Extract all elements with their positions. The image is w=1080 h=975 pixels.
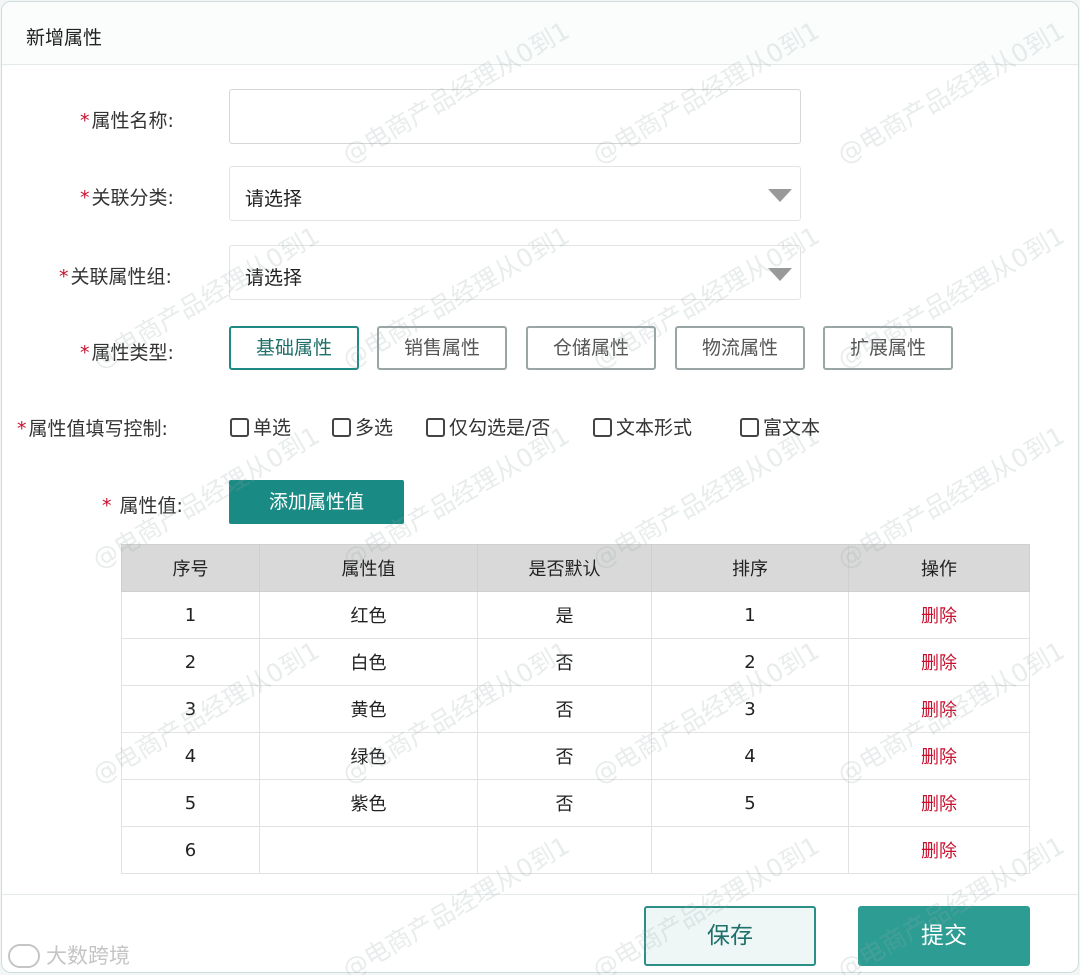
checkbox-icon[interactable] xyxy=(230,418,249,437)
row-value: 红色 xyxy=(259,591,478,639)
col-default-header: 是否默认 xyxy=(477,544,652,592)
table-row: 2 白色 否 2 删除 xyxy=(121,638,1030,686)
add-value-button[interactable]: 添加属性值 xyxy=(229,480,404,524)
row-sort xyxy=(651,826,849,874)
required-mark: * xyxy=(17,418,27,440)
row-default: 否 xyxy=(477,732,652,780)
row-value: 黄色 xyxy=(259,685,478,733)
row-value: 白色 xyxy=(259,638,478,686)
col-value-header: 属性值 xyxy=(259,544,478,592)
row-index: 6 xyxy=(121,826,260,874)
category-label: * 关联分类: xyxy=(80,187,174,209)
type-storage-button[interactable]: 仓储属性 xyxy=(526,326,656,370)
type-label: * 属性类型: xyxy=(80,342,174,364)
checkbox-icon[interactable] xyxy=(426,418,445,437)
type-sales-button[interactable]: 销售属性 xyxy=(377,326,507,370)
table-row: 6 删除 xyxy=(121,826,1030,874)
row-default xyxy=(477,826,652,874)
required-mark: * xyxy=(80,342,90,364)
row-value xyxy=(259,826,478,874)
row-index: 4 xyxy=(121,732,260,780)
add-attribute-dialog: 新增属性 * 属性名称: * 关联分类: 请选择 * 关联属性组: 请选择 * 属性类型… xyxy=(1,1,1079,973)
col-index-header: 序号 xyxy=(121,544,260,592)
row-default: 否 xyxy=(477,779,652,827)
table-header-row: 序号 属性值 是否默认 排序 操作 xyxy=(121,544,1030,592)
col-sort-header: 排序 xyxy=(651,544,849,592)
control-richtext-checkbox[interactable]: 富文本 xyxy=(740,413,820,439)
caret-down-icon xyxy=(768,268,792,281)
control-single-checkbox[interactable]: 单选 xyxy=(230,413,291,439)
category-select[interactable]: 请选择 xyxy=(229,166,801,221)
control-label: * 属性值填写控制: xyxy=(17,418,168,440)
table-row: 1 红色 是 1 删除 xyxy=(121,591,1030,639)
caret-down-icon xyxy=(768,189,792,202)
group-select[interactable]: 请选择 xyxy=(229,245,801,300)
table-row: 5 紫色 否 5 删除 xyxy=(121,779,1030,827)
submit-button[interactable]: 提交 xyxy=(858,906,1030,966)
type-extended-button[interactable]: 扩展属性 xyxy=(823,326,953,370)
delete-link[interactable]: 删除 xyxy=(848,685,1030,733)
row-sort: 4 xyxy=(651,732,849,780)
category-select-value: 请选择 xyxy=(245,188,303,210)
checkbox-icon[interactable] xyxy=(740,418,759,437)
delete-link[interactable]: 删除 xyxy=(848,638,1030,686)
delete-link[interactable]: 删除 xyxy=(848,779,1030,827)
attribute-values-table: 序号 属性值 是否默认 排序 操作 1 红色 是 1 删除 2 白色 否 2 删… xyxy=(121,544,1030,874)
row-index: 5 xyxy=(121,779,260,827)
values-label: * 属性值: xyxy=(102,495,183,517)
row-index: 2 xyxy=(121,638,260,686)
required-mark: * xyxy=(102,495,112,517)
save-button[interactable]: 保存 xyxy=(644,906,816,966)
row-default: 否 xyxy=(477,685,652,733)
row-index: 1 xyxy=(121,591,260,639)
checkbox-icon[interactable] xyxy=(332,418,351,437)
attr-name-label: * 属性名称: xyxy=(80,110,174,132)
row-sort: 1 xyxy=(651,591,849,639)
table-row: 3 黄色 否 3 删除 xyxy=(121,685,1030,733)
row-sort: 2 xyxy=(651,638,849,686)
required-mark: * xyxy=(59,266,69,288)
row-value: 紫色 xyxy=(259,779,478,827)
dialog-header: 新增属性 xyxy=(2,2,1078,65)
row-default: 否 xyxy=(477,638,652,686)
required-mark: * xyxy=(80,187,90,209)
group-label: * 关联属性组: xyxy=(59,266,172,288)
row-sort: 5 xyxy=(651,779,849,827)
row-value: 绿色 xyxy=(259,732,478,780)
col-action-header: 操作 xyxy=(848,544,1030,592)
type-logistics-button[interactable]: 物流属性 xyxy=(675,326,805,370)
delete-link[interactable]: 删除 xyxy=(848,826,1030,874)
row-sort: 3 xyxy=(651,685,849,733)
control-text-checkbox[interactable]: 文本形式 xyxy=(593,413,692,439)
delete-link[interactable]: 删除 xyxy=(848,732,1030,780)
control-multi-checkbox[interactable]: 多选 xyxy=(332,413,393,439)
group-select-value: 请选择 xyxy=(245,267,303,289)
required-mark: * xyxy=(80,110,90,132)
type-basic-button[interactable]: 基础属性 xyxy=(229,326,359,370)
table-row: 4 绿色 否 4 删除 xyxy=(121,732,1030,780)
dialog-title: 新增属性 xyxy=(26,27,103,49)
row-index: 3 xyxy=(121,685,260,733)
checkbox-icon[interactable] xyxy=(593,418,612,437)
attr-name-input[interactable] xyxy=(229,89,801,144)
control-yesno-checkbox[interactable]: 仅勾选是/否 xyxy=(426,413,550,439)
delete-link[interactable]: 删除 xyxy=(848,591,1030,639)
row-default: 是 xyxy=(477,591,652,639)
